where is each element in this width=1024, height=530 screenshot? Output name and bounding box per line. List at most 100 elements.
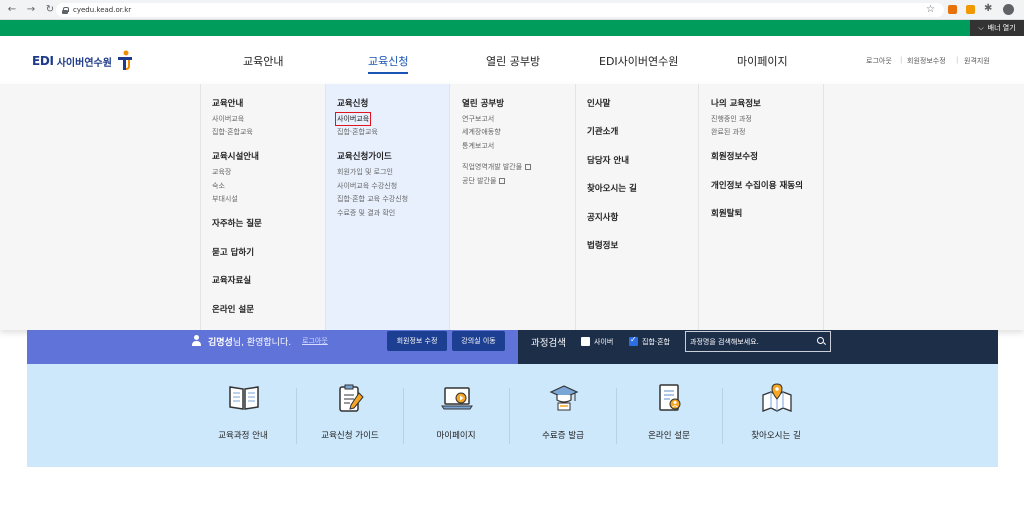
menu-item[interactable]: 집합·혼합교육 xyxy=(212,127,253,137)
menu-item[interactable]: 집합·혼합교육 xyxy=(337,127,378,137)
puzzle-icon[interactable]: ✱ xyxy=(984,3,992,14)
course-search-title: 과정검색 xyxy=(531,338,566,349)
quick-link-apply-guide[interactable]: 교육신청 가이드 xyxy=(297,364,403,467)
menu-heading[interactable]: 자주하는 질문 xyxy=(212,217,262,229)
util-divider: | xyxy=(900,56,903,64)
menu-item[interactable]: 완료된 과정 xyxy=(711,127,745,137)
banner-open-button[interactable]: ⌵ 배너 열기 xyxy=(970,20,1024,36)
menu-heading[interactable]: 교육신청가이드 xyxy=(337,150,392,162)
quick-link-directions[interactable]: 찾아오시는 길 xyxy=(723,364,829,467)
menu-item-cyber-edu-selected[interactable]: 사이버교육 xyxy=(334,112,372,126)
menu-heading[interactable]: 교육안내 xyxy=(212,97,243,109)
quick-link-label: 교육신청 가이드 xyxy=(321,431,379,441)
menu-item[interactable]: 연구보고서 xyxy=(462,114,494,124)
page: ← → ↻ cyedu.kead.or.kr ☆ ✱ ⌵ 배너 열기 EDI 사… xyxy=(0,0,1024,530)
menu-heading[interactable]: 기관소개 xyxy=(587,125,618,137)
gnb-edu-guide[interactable]: 교육안내 xyxy=(243,53,283,69)
welcome-message: 김명성님, 환영합니다. xyxy=(208,335,291,348)
menu-item[interactable]: 교육장 xyxy=(212,167,231,177)
reload-icon[interactable]: ↻ xyxy=(43,3,57,17)
quick-links: 교육과정 안내 교육신청 가이드 마이페이지 수료증 발급 온라인 설문 찾아오… xyxy=(27,364,998,467)
menu-item[interactable]: 부대시설 xyxy=(212,194,238,204)
mega-col-edu-apply: 교육신청 사이버교육 집합·혼합교육 교육신청가이드 회원가입 및 로그인 사이… xyxy=(325,84,449,330)
user-name: 김명성 xyxy=(208,338,233,348)
menu-heading[interactable]: 회원탈퇴 xyxy=(711,207,742,219)
gnb-edu-apply[interactable]: 교육신청 xyxy=(368,53,409,74)
quick-link-course-guide[interactable]: 교육과정 안내 xyxy=(190,364,296,467)
back-icon[interactable]: ← xyxy=(5,3,19,17)
util-divider: | xyxy=(956,56,959,64)
menu-heading[interactable]: 교육시설안내 xyxy=(212,150,259,162)
logout-link[interactable]: 로그아웃 xyxy=(866,56,892,66)
menu-heading[interactable]: 회원정보수정 xyxy=(711,150,758,162)
lock-icon xyxy=(62,6,69,14)
menu-item-label: 공단 발간물 xyxy=(462,177,497,185)
quick-link-label: 마이페이지 xyxy=(436,431,476,441)
clipboard-pencil-icon xyxy=(339,384,364,412)
profile-avatar-icon[interactable] xyxy=(1003,4,1014,15)
mixed-checkbox[interactable] xyxy=(629,335,638,346)
menu-heading[interactable]: 찾아오시는 길 xyxy=(587,182,637,194)
course-search-band: 과정검색 사이버 집합·혼합 xyxy=(518,330,998,364)
site-header: EDI 사이버연수원 교육안내 교육신청 열린 공부방 EDI사이버연수원 마이… xyxy=(0,36,1024,84)
menu-heading[interactable]: 법령정보 xyxy=(587,239,618,251)
forward-icon[interactable]: → xyxy=(24,3,38,17)
mega-menu: 교육안내 사이버교육 집합·혼합교육 교육시설안내 교육장 숙소 부대시설 자주… xyxy=(0,84,1024,330)
menu-item[interactable]: 진행중인 과정 xyxy=(711,114,752,124)
external-link-icon xyxy=(499,178,506,184)
menu-item[interactable]: 세계장애동향 xyxy=(462,127,501,137)
external-link-icon xyxy=(525,164,532,170)
menu-heading[interactable]: 교육자료실 xyxy=(212,274,251,286)
menu-item[interactable]: 숙소 xyxy=(212,181,225,191)
menu-heading[interactable]: 열린 공부방 xyxy=(462,97,504,109)
gnb-mypage[interactable]: 마이페이지 xyxy=(737,53,788,69)
menu-item[interactable]: 수료증 및 결과 확인 xyxy=(337,208,395,218)
address-bar[interactable]: cyedu.kead.or.kr xyxy=(56,3,944,17)
menu-heading[interactable]: 공지사항 xyxy=(587,211,618,223)
menu-heading[interactable]: 온라인 설문 xyxy=(212,303,254,315)
menu-item[interactable]: 통계보고서 xyxy=(462,141,494,151)
gnb-open-study[interactable]: 열린 공부방 xyxy=(486,53,540,69)
laptop-play-icon xyxy=(441,387,473,410)
go-classroom-button[interactable]: 강의실 이동 xyxy=(452,331,505,351)
menu-item-external[interactable]: 공단 발간물 xyxy=(462,168,506,187)
menu-heading[interactable]: 담당자 안내 xyxy=(587,154,629,166)
menu-heading[interactable]: 나의 교육정보 xyxy=(711,97,761,109)
mega-col-mypage: 나의 교육정보 진행중인 과정 완료된 과정 회원정보수정 개인정보 수집이용 … xyxy=(698,84,824,330)
menu-heading[interactable]: 교육신청 xyxy=(337,97,368,109)
menu-item[interactable]: 사이버교육 수강신청 xyxy=(337,181,397,191)
book-icon xyxy=(229,386,259,410)
course-search-input[interactable] xyxy=(690,335,810,349)
menu-item[interactable]: 사이버교육 xyxy=(212,114,244,124)
quick-link-label: 찾아오시는 길 xyxy=(751,431,801,441)
edit-profile-button[interactable]: 회원정보 수정 xyxy=(387,331,447,351)
gnb-edi-cyber[interactable]: EDI사이버연수원 xyxy=(599,53,678,69)
search-icon[interactable] xyxy=(817,337,824,344)
menu-heading[interactable]: 인사말 xyxy=(587,97,610,109)
mega-col-edu-guide: 교육안내 사이버교육 집합·혼합교육 교육시설안내 교육장 숙소 부대시설 자주… xyxy=(200,84,325,330)
extension-icon[interactable] xyxy=(948,5,957,14)
graduation-cap-icon xyxy=(549,385,579,411)
welcome-logout-link[interactable]: 로그아웃 xyxy=(302,336,328,346)
quick-link-certificate[interactable]: 수료증 발급 xyxy=(510,364,616,467)
chevron-down-icon: ⌵ xyxy=(978,23,984,32)
menu-item[interactable]: 회원가입 및 로그인 xyxy=(337,167,393,177)
map-pin-icon xyxy=(762,383,792,412)
quick-link-survey[interactable]: 온라인 설문 xyxy=(616,364,722,467)
edit-profile-link[interactable]: 회원정보수정 xyxy=(907,56,946,66)
bookmark-star-icon[interactable]: ☆ xyxy=(926,4,935,15)
menu-heading[interactable]: 묻고 답하기 xyxy=(212,246,254,258)
welcome-band: 김명성님, 환영합니다. 로그아웃 회원정보 수정 강의실 이동 xyxy=(27,330,518,364)
cyber-checkbox-label[interactable]: 사이버 xyxy=(594,337,613,347)
menu-item[interactable]: 집합·혼합 교육 수강신청 xyxy=(337,194,408,204)
top-banner-bar: ⌵ 배너 열기 xyxy=(0,20,1024,36)
survey-document-icon xyxy=(659,384,681,411)
mega-col-edi-cyber: 인사말 기관소개 담당자 안내 찾아오시는 길 공지사항 법령정보 xyxy=(575,84,698,330)
menu-heading[interactable]: 개인정보 수집이용 재동의 xyxy=(711,179,803,191)
quick-link-label: 교육과정 안내 xyxy=(218,431,268,441)
quick-link-mypage[interactable]: 마이페이지 xyxy=(403,364,509,467)
cyber-checkbox[interactable] xyxy=(581,337,590,346)
mixed-checkbox-label[interactable]: 집합·혼합 xyxy=(642,337,670,347)
extension-icon[interactable] xyxy=(966,5,975,14)
remote-support-link[interactable]: 원격지원 xyxy=(964,56,990,66)
